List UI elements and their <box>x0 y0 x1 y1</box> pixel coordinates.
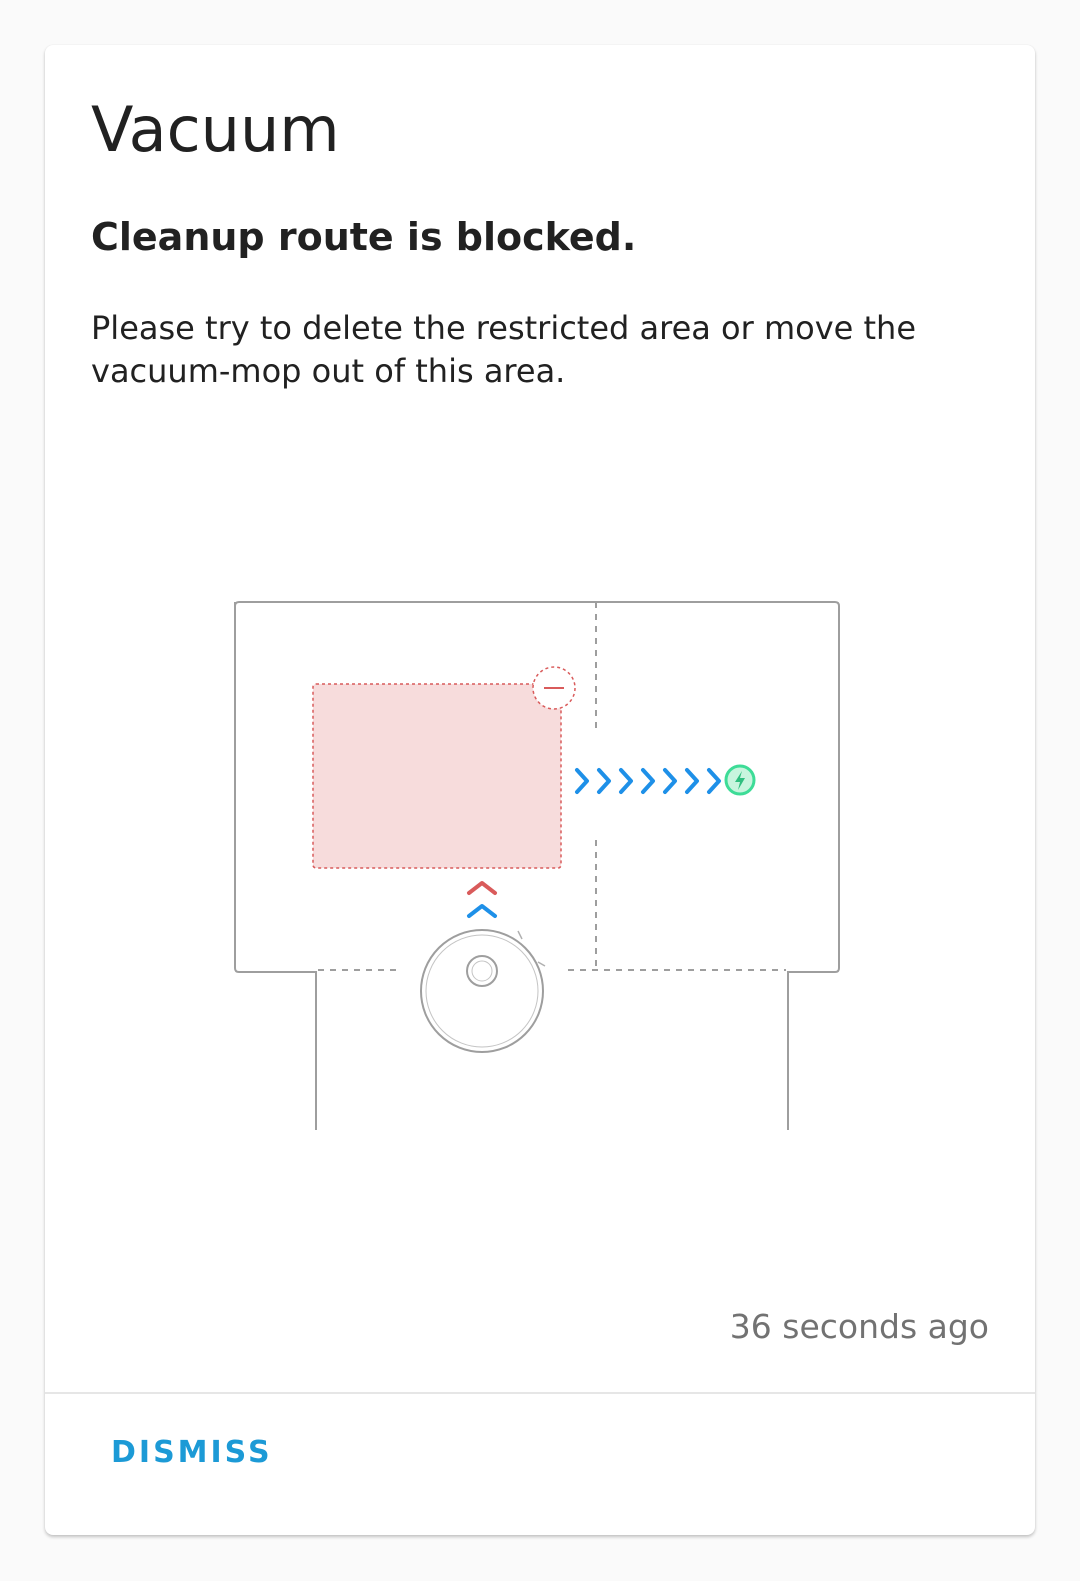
chevron-right-icon <box>575 768 721 794</box>
remove-zone-icon <box>532 666 576 710</box>
robot-vacuum-icon <box>420 929 546 1053</box>
charging-dock-icon <box>724 764 756 796</box>
chevron-up-icon <box>467 881 497 895</box>
card-title: Vacuum <box>91 93 340 166</box>
restricted-zone <box>312 683 562 869</box>
notification-timestamp: 36 seconds ago <box>729 1307 989 1346</box>
card-actions-divider <box>45 1392 1035 1394</box>
notification-headline: Cleanup route is blocked. <box>91 215 637 259</box>
notification-card: Vacuum Cleanup route is blocked. Please … <box>45 45 1035 1535</box>
blocked-route-illustration <box>234 601 840 1130</box>
dismiss-button[interactable]: DISMISS <box>85 1429 299 1476</box>
chevron-up-icon <box>467 904 497 918</box>
notification-message: Please try to delete the restricted area… <box>91 309 917 390</box>
